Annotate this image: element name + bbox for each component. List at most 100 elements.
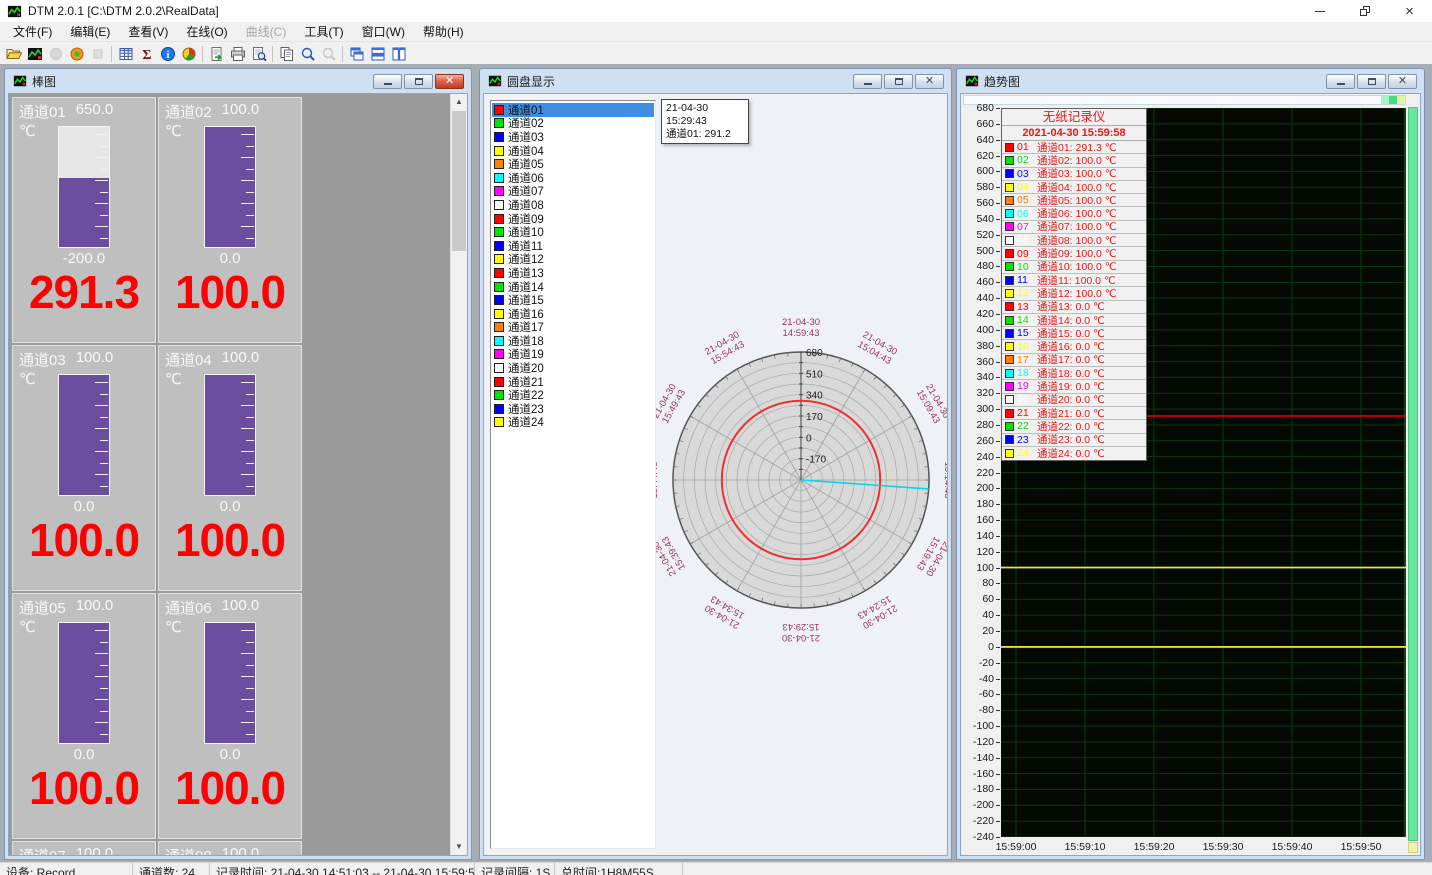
dial-tooltip: 21-04-30 15:29:43 通道01: 291.2 (661, 99, 749, 144)
trend-maximize-button[interactable] (1357, 74, 1386, 89)
bar-gauge-cell: 通道06100.0℃0.0100.0 (158, 593, 302, 839)
menu-item-7[interactable]: 帮助(H) (414, 21, 473, 42)
dial-window-title: 圆盘显示 (507, 73, 555, 90)
tooltip-date: 21-04-30 (666, 102, 744, 115)
channel-color-swatch (494, 159, 504, 169)
realtime-data-icon[interactable] (24, 44, 45, 64)
close-button[interactable]: × (1387, 0, 1432, 22)
legend-color-swatch (1005, 249, 1014, 258)
minimize-button[interactable] (1297, 0, 1342, 22)
bar-vertical-scrollbar[interactable]: ▲ ▼ (450, 94, 467, 855)
dial-minimize-button[interactable] (853, 74, 882, 89)
dial-maximize-button[interactable] (884, 74, 913, 89)
scrollbar-thumb[interactable] (1389, 96, 1397, 104)
zoom-in-icon[interactable] (297, 44, 318, 64)
y-tick-label: -220 (961, 815, 994, 827)
bar-window-titlebar[interactable]: 棒图 ✕ (8, 69, 468, 93)
bar-close-button[interactable]: ✕ (435, 74, 464, 89)
channel-color-swatch (494, 214, 504, 224)
sigma-icon[interactable]: Σ (136, 44, 157, 64)
channel-color-swatch (494, 349, 504, 359)
y-tick-label: 420 (961, 308, 994, 320)
trend-horizontal-scrollbar[interactable] (963, 95, 1406, 105)
y-tick-label: 460 (961, 276, 994, 288)
y-tick-label: 600 (961, 165, 994, 177)
tooltip-time: 15:29:43 (666, 115, 744, 128)
channel-color-swatch (494, 146, 504, 156)
trend-legend: 无纸记录仪 2021-04-30 15:59:58 01通道01: 291.3 … (1001, 108, 1147, 461)
scrollbar-segment[interactable] (1381, 96, 1389, 104)
channel-color-swatch (494, 390, 504, 400)
y-tick-label: 220 (961, 467, 994, 479)
legend-color-swatch (1005, 222, 1014, 231)
legend-color-swatch (1005, 236, 1014, 245)
channel-color-swatch (494, 309, 504, 319)
print-preview-icon[interactable] (248, 44, 269, 64)
y-tick-label: 40 (961, 609, 994, 621)
channel-list-item[interactable]: 通道24 (492, 416, 654, 430)
bar-gauge-cell: 通道05100.0℃0.0100.0 (12, 593, 156, 839)
bar-minimize-button[interactable] (373, 74, 402, 89)
y-tick-label: -140 (961, 752, 994, 764)
trend-scroll-corner[interactable] (1408, 842, 1418, 853)
trend-vertical-scrollbar[interactable] (1408, 107, 1418, 841)
tile-horizontal-icon[interactable] (367, 44, 388, 64)
cascade-windows-icon[interactable] (346, 44, 367, 64)
x-tick-label: 15:59:30 (1195, 841, 1251, 853)
legend-color-swatch (1005, 355, 1014, 364)
y-tick-label: -80 (961, 704, 994, 716)
menu-item-5[interactable]: 工具(T) (295, 21, 352, 42)
svg-text:14:59:43: 14:59:43 (783, 328, 820, 339)
tooltip-value: 通道01: 291.2 (666, 128, 744, 141)
y-tick-label: 560 (961, 197, 994, 209)
svg-text:Σ: Σ (142, 48, 151, 62)
toolbar-separator (111, 46, 112, 62)
record-icon[interactable] (66, 44, 87, 64)
channel-color-swatch (494, 377, 504, 387)
y-tick-label: 680 (961, 102, 994, 114)
copy-icon[interactable] (276, 44, 297, 64)
legend-title: 无纸记录仪 (1002, 109, 1146, 126)
info-icon[interactable]: i (157, 44, 178, 64)
main-titlebar: DTM 2.0.1 [C:\DTM 2.0.2\RealData] × (0, 0, 1432, 22)
scrollbar-segment[interactable] (1397, 96, 1405, 104)
legend-color-swatch (1005, 369, 1014, 378)
y-tick-label: -180 (961, 783, 994, 795)
legend-color-swatch (1005, 143, 1014, 152)
bar-maximize-button[interactable] (404, 74, 433, 89)
svg-text:340: 340 (806, 391, 823, 402)
bar-gauge-cell: 通道02100.0℃0.0100.0 (158, 97, 302, 343)
print-icon[interactable] (227, 44, 248, 64)
scrollbar-thumb[interactable] (452, 111, 466, 251)
legend-color-swatch (1005, 209, 1014, 218)
menu-item-3[interactable]: 在线(O) (177, 21, 236, 42)
open-icon[interactable] (3, 44, 24, 64)
legend-color-swatch (1005, 449, 1014, 458)
status-field: 通道数: 24 (133, 863, 210, 875)
bar-graph-window: 棒图 ✕ 通道01650.0℃-200.0291.3通道02100.0℃0.01… (4, 68, 472, 860)
trend-close-button[interactable]: ✕ (1388, 74, 1417, 89)
legend-color-swatch (1005, 262, 1014, 271)
trend-minimize-button[interactable] (1326, 74, 1355, 89)
export-icon[interactable] (206, 44, 227, 64)
dial-close-button[interactable]: ✕ (915, 74, 944, 89)
y-tick-label: 20 (961, 625, 994, 637)
bar-gauge-grid: 通道01650.0℃-200.0291.3通道02100.0℃0.0100.0通… (9, 94, 450, 855)
dial-window-titlebar[interactable]: 圆盘显示 ✕ (483, 69, 948, 93)
menu-item-2[interactable]: 查看(V) (119, 21, 177, 42)
svg-text:21-04-30: 21-04-30 (782, 632, 820, 643)
scroll-down-arrow-icon[interactable]: ▼ (451, 839, 467, 855)
restore-button[interactable] (1342, 0, 1387, 22)
channel-color-swatch (494, 404, 504, 414)
pie-chart-icon[interactable] (178, 44, 199, 64)
menu-item-6[interactable]: 窗口(W) (353, 21, 414, 42)
scroll-up-arrow-icon[interactable]: ▲ (451, 94, 467, 110)
legend-color-swatch (1005, 183, 1014, 192)
menu-item-1[interactable]: 编辑(E) (61, 21, 119, 42)
bar-gauge-cell: 通道04100.0℃0.0100.0 (158, 345, 302, 591)
table-icon[interactable] (115, 44, 136, 64)
menu-item-0[interactable]: 文件(F) (4, 21, 61, 42)
tile-vertical-icon[interactable] (388, 44, 409, 64)
legend-color-swatch (1005, 342, 1014, 351)
trend-window-titlebar[interactable]: 趋势图 ✕ (960, 69, 1421, 93)
